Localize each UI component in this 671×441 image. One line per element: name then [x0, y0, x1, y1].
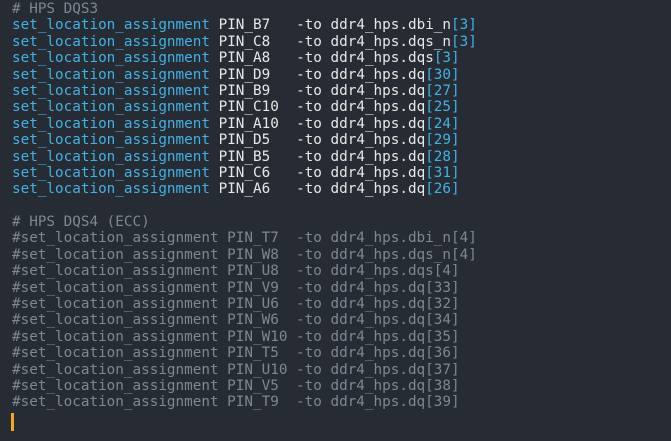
code-content[interactable]: # HPS DQS3 set_location_assignment PIN_B… [12, 1, 667, 411]
section-header-dqs3: # HPS DQS3 [12, 1, 99, 17]
code-editor[interactable]: # HPS DQS3 set_location_assignment PIN_B… [0, 0, 671, 441]
code-line[interactable]: set_location_assignment PIN_B9 -to ddr4_… [12, 83, 667, 99]
command-token: set_location_assignment [12, 181, 210, 198]
index-token: [27] [425, 82, 460, 99]
code-line[interactable]: set_location_assignment PIN_B7 -to ddr4_… [12, 17, 667, 33]
index-token: [24] [425, 115, 460, 132]
pin-token: PIN_B9 [218, 82, 279, 99]
code-line[interactable]: set_location_assignment PIN_B5 -to ddr4_… [12, 149, 667, 165]
commented-code-line[interactable]: #set_location_assignment PIN_U6 -to ddr4… [12, 296, 667, 312]
index-token: [28] [425, 148, 460, 165]
index-token: [31] [425, 164, 460, 181]
commented-code-line[interactable]: #set_location_assignment PIN_T7 -to ddr4… [12, 230, 667, 246]
index-token: [26] [425, 181, 460, 198]
option-token: -to [296, 82, 322, 99]
command-token: set_location_assignment [12, 17, 210, 34]
pin-token: PIN_D5 [218, 132, 279, 149]
pin-token: PIN_B5 [218, 148, 279, 165]
command-token: set_location_assignment [12, 99, 210, 116]
pin-token: PIN_C8 [218, 33, 279, 50]
index-token: [3] [451, 17, 477, 34]
code-line[interactable]: set_location_assignment PIN_A6 -to ddr4_… [12, 181, 667, 197]
command-token: set_location_assignment [12, 50, 210, 67]
commented-code-line[interactable]: #set_location_assignment PIN_U10 -to ddr… [12, 362, 667, 378]
target-token: ddr4_hps.dq [330, 115, 426, 132]
code-line[interactable]: set_location_assignment PIN_C8 -to ddr4_… [12, 34, 667, 50]
target-token: ddr4_hps.dq [330, 181, 426, 198]
option-token: -to [296, 115, 322, 132]
target-token: ddr4_hps.dq [330, 82, 426, 99]
target-token: ddr4_hps.dbi_n [330, 17, 452, 34]
command-token: set_location_assignment [12, 33, 210, 50]
code-line[interactable]: set_location_assignment PIN_A8 -to ddr4_… [12, 50, 667, 66]
command-token: set_location_assignment [12, 66, 210, 83]
index-token: [25] [425, 99, 460, 116]
pin-token: PIN_C10 [218, 99, 279, 116]
code-line[interactable]: set_location_assignment PIN_C6 -to ddr4_… [12, 165, 667, 181]
target-token: ddr4_hps.dqs_n [330, 33, 452, 50]
index-token: [29] [425, 132, 460, 149]
pin-token: PIN_B7 [218, 17, 279, 34]
pin-token: PIN_C6 [218, 164, 279, 181]
code-line[interactable]: set_location_assignment PIN_C10 -to ddr4… [12, 99, 667, 115]
code-line[interactable]: set_location_assignment PIN_A10 -to ddr4… [12, 116, 667, 132]
index-token: [30] [425, 66, 460, 83]
target-token: ddr4_hps.dqs [330, 50, 434, 67]
target-token: ddr4_hps.dq [330, 99, 426, 116]
commented-code-line[interactable]: #set_location_assignment PIN_T5 -to ddr4… [12, 345, 667, 361]
command-token: set_location_assignment [12, 164, 210, 181]
index-token: [3] [433, 50, 460, 67]
index-token: [3] [451, 33, 477, 50]
option-token: -to [296, 164, 322, 181]
target-token: ddr4_hps.dq [330, 164, 426, 181]
command-token: set_location_assignment [12, 82, 210, 99]
option-token: -to [296, 50, 322, 67]
commented-code-line[interactable]: #set_location_assignment PIN_V9 -to ddr4… [12, 280, 667, 296]
command-token: set_location_assignment [12, 115, 210, 132]
code-line[interactable]: set_location_assignment PIN_D9 -to ddr4_… [12, 67, 667, 83]
option-token: -to [296, 132, 322, 149]
section-header-dqs4: # HPS DQS4 (ECC) [12, 214, 150, 231]
pin-token: PIN_D9 [218, 66, 279, 83]
target-token: ddr4_hps.dq [330, 148, 426, 165]
option-token: -to [296, 99, 322, 116]
commented-code-line[interactable]: #set_location_assignment PIN_W8 -to ddr4… [12, 247, 667, 263]
blank-line[interactable] [12, 198, 667, 214]
pin-token: PIN_A10 [218, 115, 279, 132]
text-cursor [11, 413, 14, 431]
target-token: ddr4_hps.dq [330, 66, 426, 83]
option-token: -to [296, 17, 322, 34]
pin-token: PIN_A6 [218, 181, 279, 198]
commented-code-line[interactable]: #set_location_assignment PIN_W6 -to ddr4… [12, 312, 667, 328]
commented-code-line[interactable]: #set_location_assignment PIN_U8 -to ddr4… [12, 263, 667, 279]
target-token: ddr4_hps.dq [330, 132, 426, 149]
commented-code-line[interactable]: #set_location_assignment PIN_W10 -to ddr… [12, 329, 667, 345]
command-token: set_location_assignment [12, 132, 210, 149]
option-token: -to [296, 181, 322, 198]
option-token: -to [296, 66, 322, 83]
commented-code-line[interactable]: #set_location_assignment PIN_T9 -to ddr4… [12, 394, 667, 410]
option-token: -to [296, 33, 322, 50]
command-token: set_location_assignment [12, 148, 210, 165]
commented-code-line[interactable]: #set_location_assignment PIN_V5 -to ddr4… [12, 378, 667, 394]
pin-token: PIN_A8 [218, 50, 279, 67]
code-line[interactable]: set_location_assignment PIN_D5 -to ddr4_… [12, 132, 667, 148]
option-token: -to [296, 148, 322, 165]
